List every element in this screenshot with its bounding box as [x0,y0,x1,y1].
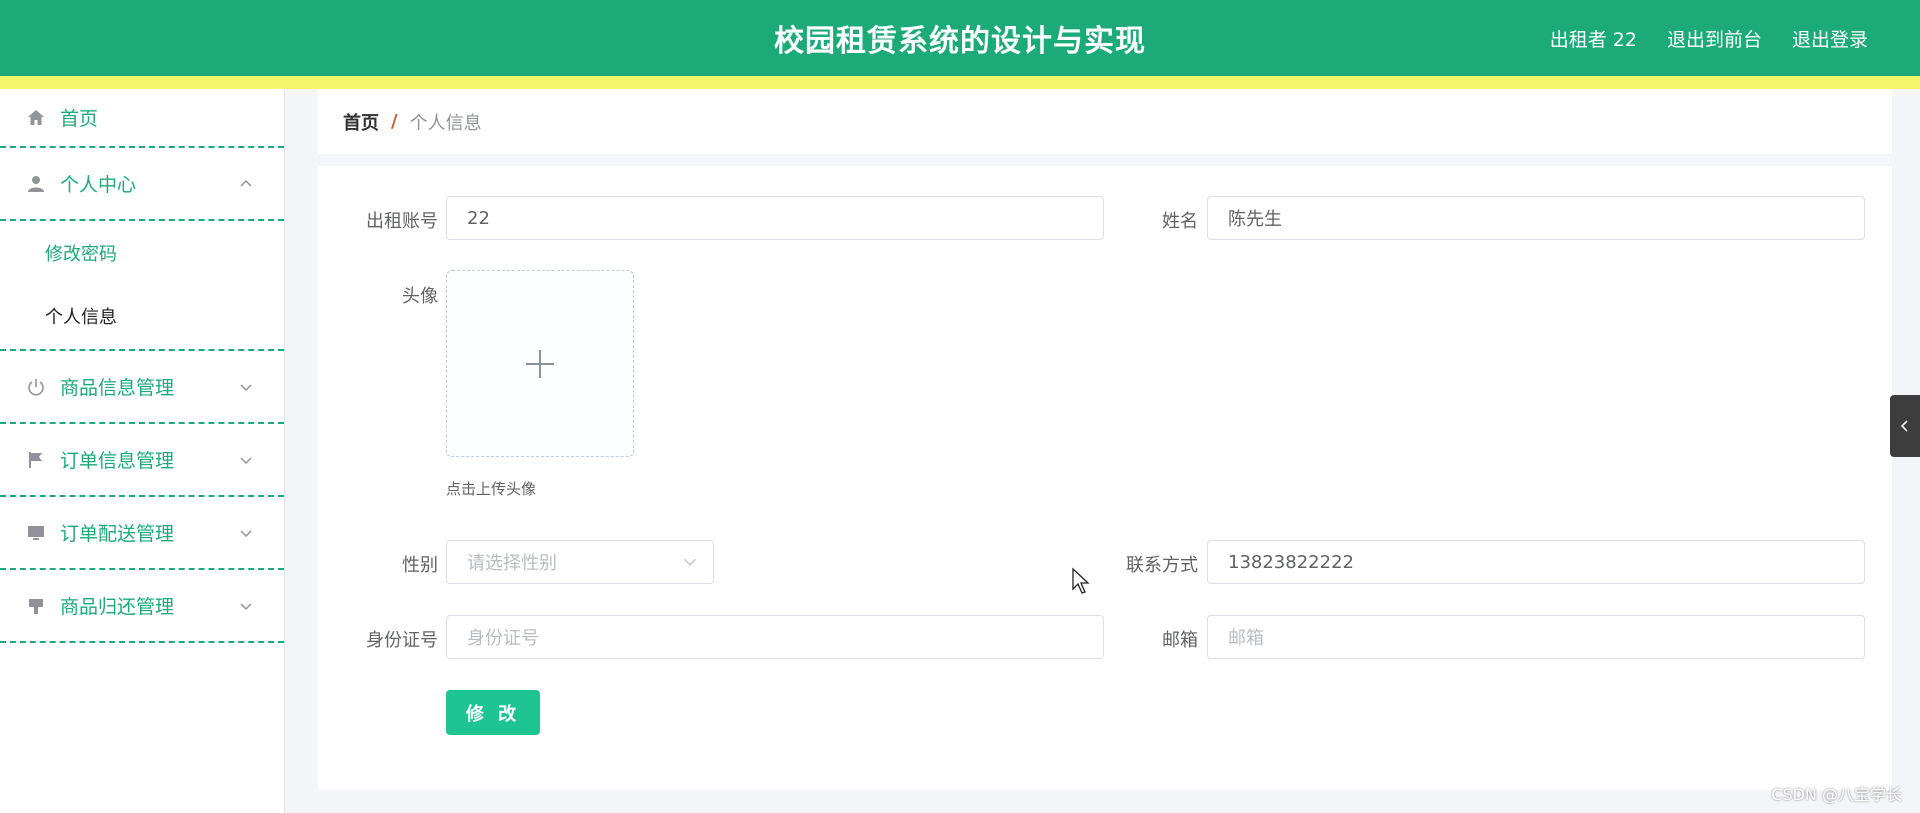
sidebar-item-label: 订单信息管理 [60,450,175,472]
sidebar-item-label: 订单配送管理 [60,523,175,545]
plus-icon [526,349,554,378]
sidebar-item-label: 个人中心 [60,174,137,196]
name-label: 姓名 [1162,211,1198,232]
gender-select[interactable]: 请选择性别 [446,540,714,584]
name-input[interactable]: 陈先生 [1207,196,1865,240]
breadcrumb-separator: / [391,111,398,132]
header-accent-bar [0,76,1920,89]
sidebar-item-label: 商品信息管理 [60,377,175,399]
submit-button[interactable]: 修 改 [446,690,540,735]
sidebar-item-change-password[interactable]: 修改密码 [0,221,284,284]
email-input[interactable]: 邮箱 [1207,615,1865,659]
sidebar-item-return-management[interactable]: 商品归还管理 [0,570,284,643]
header-actions: 出租者 22 退出到前台 退出登录 [1550,0,1868,76]
flag-icon [25,449,47,471]
email-label: 邮箱 [1162,630,1198,651]
sidebar-item-delivery-management[interactable]: 订单配送管理 [0,497,284,570]
profile-form: 出租账号 22 姓名 陈先生 头像 点击上传头像 性别 请选择性别 联系方式 1… [318,166,1892,790]
side-drawer-toggle[interactable] [1890,395,1920,457]
top-header: 校园租赁系统的设计与实现 出租者 22 退出到前台 退出登录 [0,0,1920,76]
account-input[interactable]: 22 [446,196,1104,240]
mouse-cursor-icon [1072,567,1090,594]
chevron-down-icon [240,602,252,610]
sidebar: 首页 个人中心 修改密码 个人信息 商品信息管理 订单信息管理 订单配送管理 商… [0,89,285,813]
account-label: 出租账号 [366,211,438,232]
watermark: CSDN @八宝学长 [1771,785,1902,804]
monitor-icon [25,522,47,544]
sidebar-item-home[interactable]: 首页 [0,89,284,148]
sidebar-item-goods-management[interactable]: 商品信息管理 [0,351,284,424]
stamp-icon [25,595,47,617]
gender-select-placeholder: 请选择性别 [467,553,557,574]
sidebar-item-label: 首页 [60,108,99,130]
sidebar-item-personal-info[interactable]: 个人信息 [0,284,284,347]
exit-to-front-link[interactable]: 退出到前台 [1667,25,1762,52]
sidebar-item-personal-center[interactable]: 个人中心 [0,148,284,221]
breadcrumb-current: 个人信息 [409,112,482,134]
app-title: 校园租赁系统的设计与实现 [774,24,1146,59]
chevron-left-icon [1900,420,1908,432]
current-user: 出租者 22 [1549,28,1637,51]
chevron-down-icon [240,383,252,391]
sidebar-item-label: 商品归还管理 [60,596,175,618]
breadcrumb: 首页 / 个人信息 [318,89,1892,154]
home-icon [25,107,47,129]
gender-label: 性别 [402,555,438,576]
contact-label: 联系方式 [1126,555,1198,576]
chevron-down-icon [684,558,696,566]
power-icon [25,376,47,398]
chevron-down-icon [240,456,252,464]
breadcrumb-home[interactable]: 首页 [343,109,379,135]
idcard-input[interactable]: 身份证号 [446,615,1104,659]
avatar-upload-tip: 点击上传头像 [446,480,537,498]
avatar-upload[interactable] [446,270,634,457]
contact-input[interactable]: 13823822222 [1207,540,1865,584]
user-icon [25,173,47,195]
personal-center-submenu: 修改密码 个人信息 [0,221,284,351]
chevron-down-icon [240,529,252,537]
sidebar-item-order-management[interactable]: 订单信息管理 [0,424,284,497]
chevron-up-icon [240,179,252,187]
idcard-label: 身份证号 [366,630,438,651]
logout-link[interactable]: 退出登录 [1792,25,1868,52]
avatar-label: 头像 [402,286,438,307]
